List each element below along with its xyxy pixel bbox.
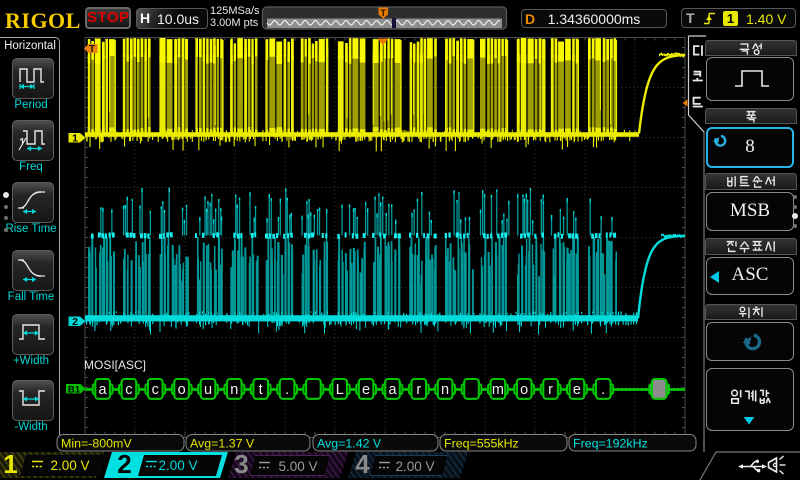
- svg-text:o: o: [178, 382, 186, 398]
- svg-text:1: 1: [72, 133, 78, 145]
- svg-text:n: n: [441, 382, 449, 398]
- svg-text:o: o: [520, 382, 528, 398]
- svg-text:r: r: [548, 382, 553, 398]
- svg-text:2: 2: [72, 316, 78, 328]
- svg-text:Avg=1.42 V: Avg=1.42 V: [317, 437, 382, 451]
- svg-text:Freq=192kHz: Freq=192kHz: [573, 437, 648, 451]
- svg-text:n: n: [230, 382, 238, 398]
- svg-text:e: e: [573, 382, 581, 398]
- svg-text:T: T: [380, 8, 386, 18]
- svg-text:T: T: [89, 44, 95, 55]
- svg-text:.: .: [285, 382, 289, 398]
- svg-text:m: m: [492, 382, 504, 398]
- svg-text:e: e: [362, 382, 370, 398]
- svg-text:a: a: [388, 382, 397, 398]
- svg-text:u: u: [204, 382, 212, 398]
- svg-text:t: t: [259, 382, 263, 398]
- svg-text:L: L: [336, 382, 344, 398]
- svg-text:r: r: [416, 382, 421, 398]
- svg-text:Freq=555kHz: Freq=555kHz: [444, 437, 519, 451]
- svg-text:c: c: [152, 382, 159, 398]
- svg-text:MOSI[ASC]: MOSI[ASC]: [84, 358, 146, 372]
- svg-text:a: a: [99, 382, 108, 398]
- svg-text:B1: B1: [68, 385, 81, 396]
- svg-text:c: c: [125, 382, 132, 398]
- svg-text:.: .: [601, 382, 605, 398]
